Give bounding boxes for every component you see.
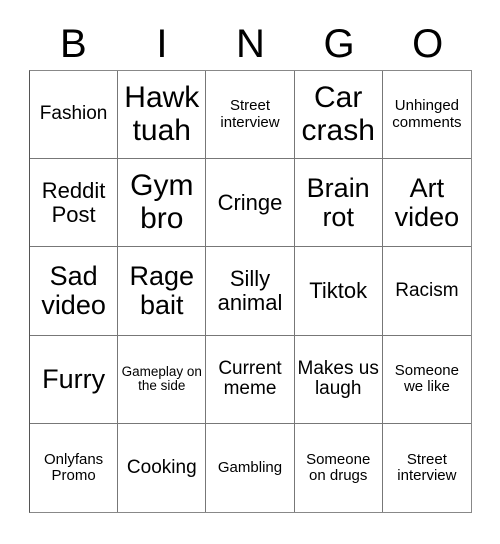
bingo-cell-label: Cringe: [217, 189, 283, 215]
bingo-cell-r2c1[interactable]: Reddit Post: [30, 159, 119, 248]
bingo-cell-r5c5[interactable]: Street interview: [382, 423, 471, 512]
bingo-cell-r4c5[interactable]: Someone we like: [382, 335, 471, 424]
bingo-cell-r2c3[interactable]: Cringe: [206, 159, 295, 248]
bingo-cell-r2c4[interactable]: Brain rot: [294, 159, 383, 248]
bingo-cell-r5c2[interactable]: Cooking: [118, 423, 207, 512]
bingo-cell-r4c4[interactable]: Makes us laugh: [294, 335, 383, 424]
bingo-cell-r4c1[interactable]: Furry: [30, 335, 119, 424]
bingo-cell-r3c4[interactable]: Tiktok: [294, 247, 383, 336]
bingo-cell-label: Gym bro: [130, 169, 194, 235]
bingo-cell-r4c2[interactable]: Gameplay on the side: [118, 335, 207, 424]
bingo-cell-r1c5[interactable]: Unhinged comments: [382, 71, 471, 160]
bingo-cell-label: Street interview: [397, 450, 457, 484]
bingo-header-row: B I N G O: [29, 18, 472, 70]
bingo-cell-r1c3[interactable]: Street interview: [206, 71, 295, 160]
header-letter-o: O: [412, 22, 444, 66]
bingo-cell-label: Brain rot: [306, 172, 370, 232]
bingo-cell-label: Cooking: [126, 456, 197, 478]
bingo-grid: Fashion Hawk tuah Street interview Car c…: [29, 70, 472, 513]
bingo-cell-label: Tiktok: [309, 278, 368, 304]
bingo-cell-label: Fashion: [39, 103, 108, 125]
bingo-cell-label: Someone we like: [394, 362, 459, 396]
bingo-cell-r2c5[interactable]: Art video: [382, 159, 471, 248]
bingo-cell-r1c1[interactable]: Fashion: [30, 71, 119, 160]
bingo-cell-r3c3[interactable]: Silly animal: [206, 247, 295, 336]
bingo-cell-label: Art video: [394, 172, 460, 232]
bingo-cell-label: Rage bait: [129, 260, 195, 320]
bingo-cell-r3c1[interactable]: Sad video: [30, 247, 119, 336]
bingo-cell-label: Reddit Post: [41, 178, 106, 227]
bingo-cell-r3c2[interactable]: Rage bait: [118, 247, 207, 336]
header-letter-g: G: [323, 22, 355, 66]
bingo-cell-label: Someone on drugs: [306, 450, 371, 484]
bingo-cell-label: Street interview: [220, 97, 280, 131]
bingo-cell-label: Car crash: [301, 81, 375, 147]
bingo-cell-label: Racism: [395, 279, 459, 301]
bingo-cell-label: Unhinged comments: [392, 97, 462, 131]
header-letter-b: B: [59, 22, 87, 66]
bingo-cell-r2c2[interactable]: Gym bro: [118, 159, 207, 248]
bingo-cell-label: Onlyfans Promo: [43, 450, 104, 484]
bingo-cell-r3c5[interactable]: Racism: [382, 247, 471, 336]
bingo-cell-label: Makes us laugh: [297, 357, 379, 400]
bingo-cell-r4c3[interactable]: Current meme: [206, 335, 295, 424]
bingo-cell-label: Furry: [42, 363, 106, 394]
bingo-cell-label: Current meme: [218, 357, 282, 400]
bingo-cell-label: Gambling: [217, 458, 283, 476]
bingo-cell-label: Gameplay on the side: [121, 363, 202, 394]
bingo-cell-r5c4[interactable]: Someone on drugs: [294, 423, 383, 512]
bingo-cell-r1c2[interactable]: Hawk tuah: [118, 71, 207, 160]
bingo-cell-label: Sad video: [41, 260, 106, 320]
bingo-card: B I N G O Fashion Hawk tuah Street inter…: [29, 18, 472, 513]
bingo-cell-r5c1[interactable]: Onlyfans Promo: [30, 423, 119, 512]
bingo-cell-r5c3[interactable]: Gambling: [206, 423, 295, 512]
header-letter-n: N: [236, 22, 265, 66]
bingo-cell-label: Hawk tuah: [124, 81, 200, 147]
header-letter-i: I: [156, 22, 168, 66]
bingo-cell-label: Silly animal: [217, 266, 283, 315]
bingo-cell-r1c4[interactable]: Car crash: [294, 71, 383, 160]
